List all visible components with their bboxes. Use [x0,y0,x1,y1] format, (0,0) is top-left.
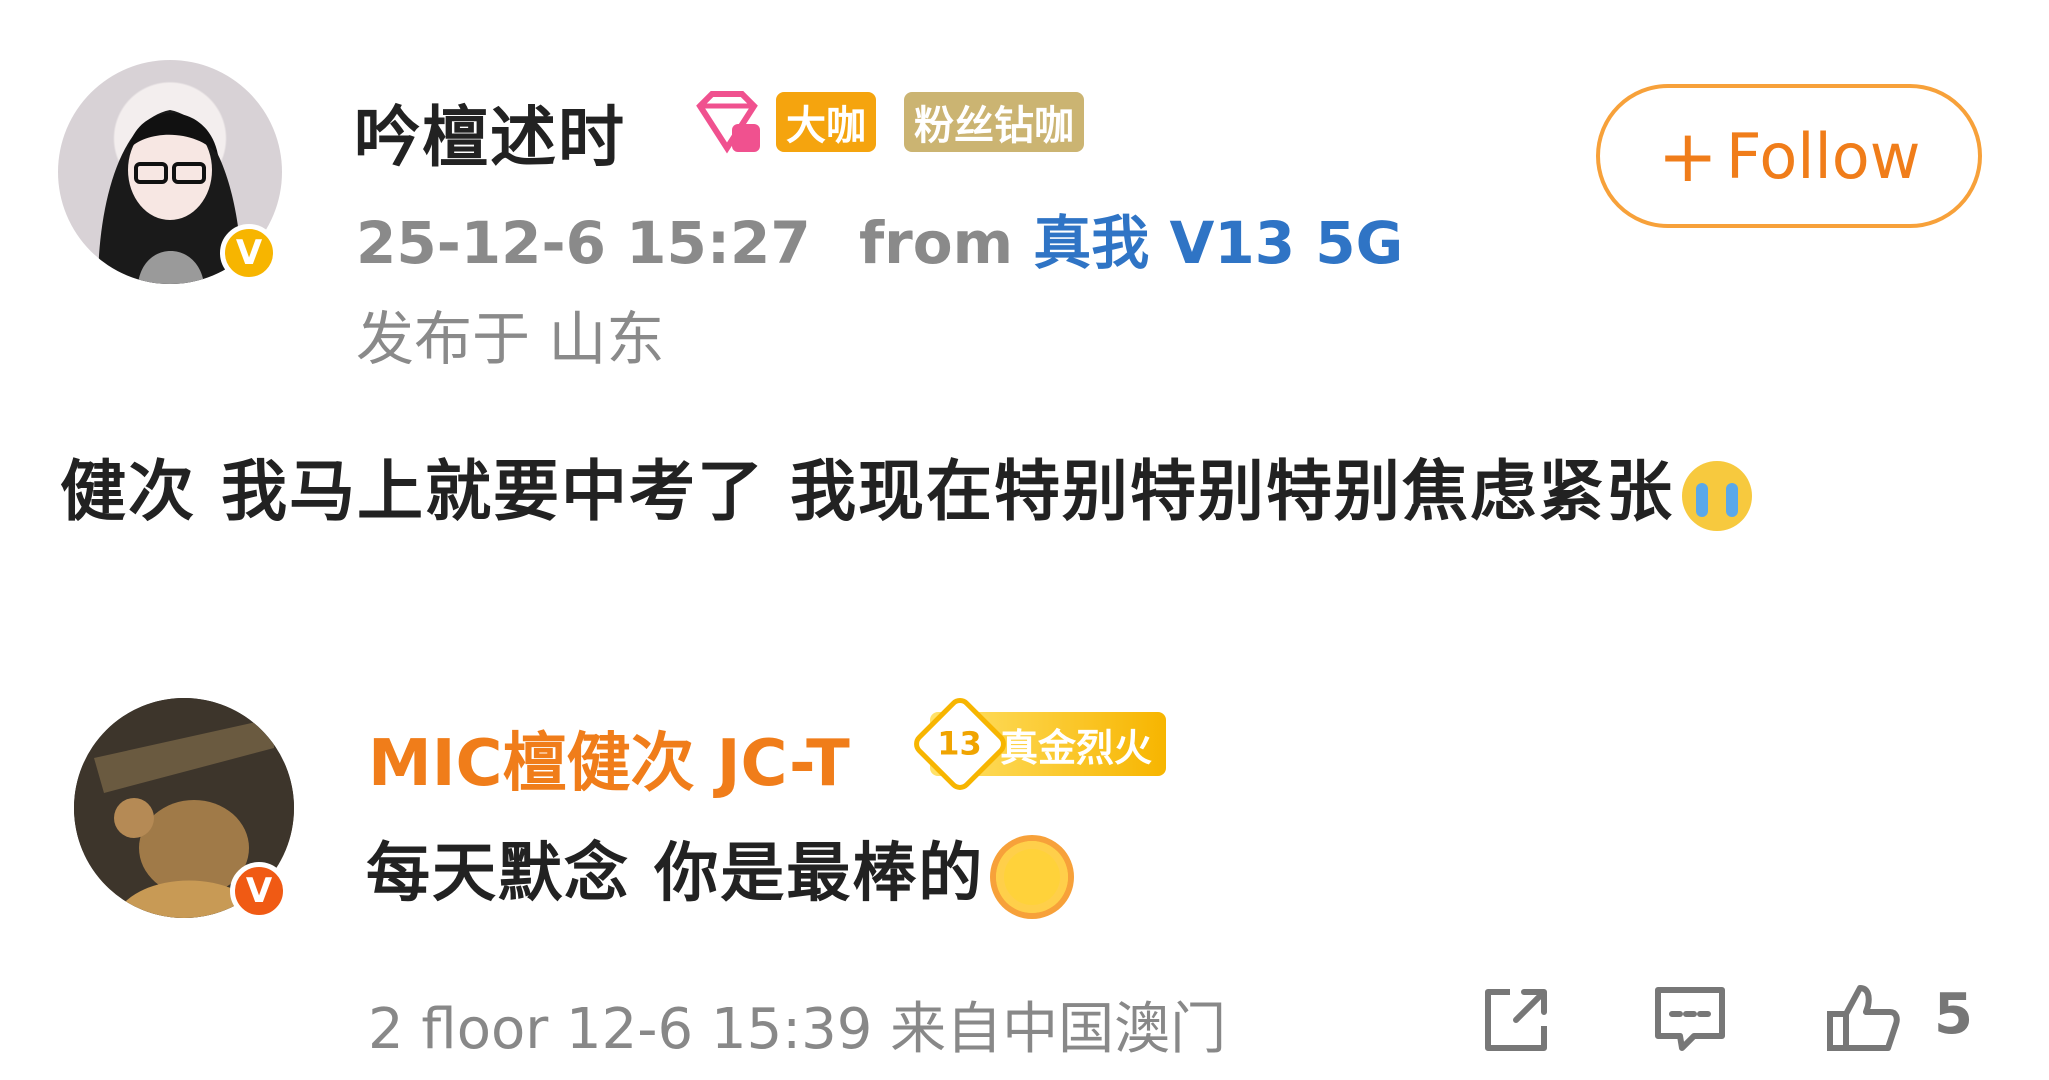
like-count: 5 [1934,982,1973,1047]
post-location: 发布于 山东 [356,305,665,373]
sun-emoji-icon [996,841,1069,914]
crying-emoji-icon [1681,460,1752,531]
level-badge-label: 真金烈火 [1000,725,1153,770]
plus-icon: + [1657,114,1718,198]
from-label: from [858,209,1014,277]
comment-body: 每天默念 你是最棒的 [366,822,1069,914]
verified-badge-icon: V [220,224,278,282]
post-meta: 25-12-6 15:27 from 真我 V13 5G [356,196,1403,280]
post-timestamp: 25-12-6 15:27 [356,209,811,277]
fan-level-badge: 13 真金烈火 [909,693,1167,795]
post-body: 健次 我马上就要中考了 我现在特别特别特别焦虑紧张 [60,438,1752,534]
diamond-icon [696,91,760,154]
share-icon[interactable] [1476,980,1556,1060]
post-device-link[interactable]: 真我 V13 5G [1033,209,1403,277]
fans-diamond-badge: 粉丝钻咖 [904,92,1084,152]
level-number-icon: 13 [909,693,1011,795]
comment-text: 每天默念 你是最棒的 [366,837,985,911]
follow-label: Follow [1725,119,1921,193]
verified-badge-icon: V [230,862,288,920]
post-text: 健次 我马上就要中考了 我现在特别特别特别焦虑紧张 [60,453,1674,530]
thumbs-up-icon[interactable] [1822,980,1902,1060]
post-author-name[interactable]: 吟檀述时 [354,84,626,180]
comment-icon[interactable] [1650,980,1730,1060]
follow-button[interactable]: + Follow [1596,84,1982,228]
daka-badge: 大咖 [776,92,876,152]
comment-meta: 2 floor 12-6 15:39 来自中国澳门 [368,997,1227,1062]
comment-author-name[interactable]: MIC檀健次 JC-T [368,712,850,804]
